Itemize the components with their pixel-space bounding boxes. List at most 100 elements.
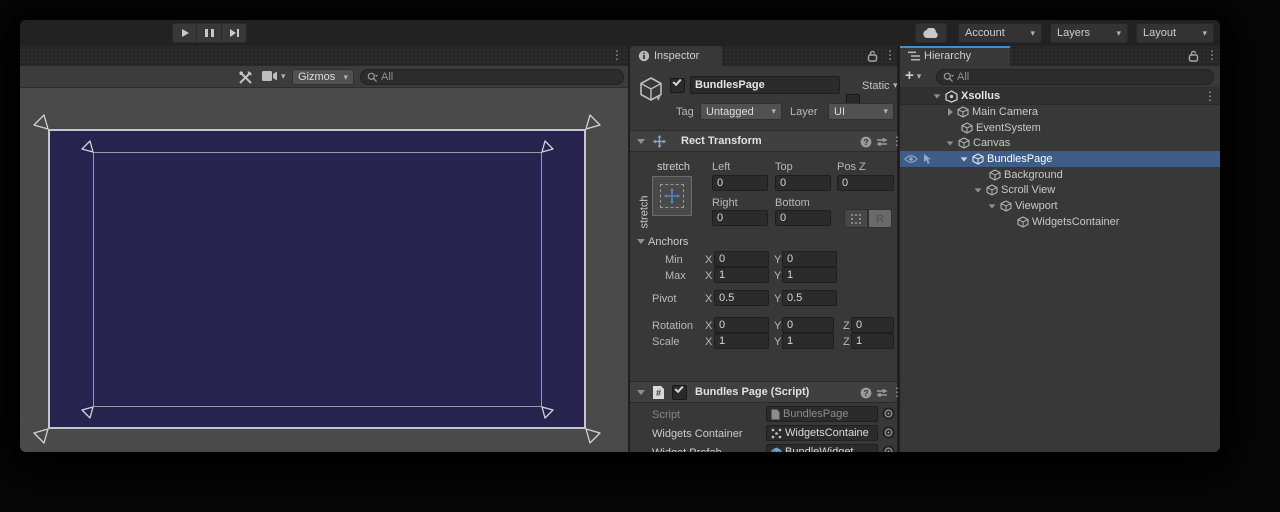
tab-inspector[interactable]: Inspector [630,46,722,66]
anchors-min-x-field[interactable]: 0 [714,251,769,267]
tree-item-label: Main Camera [972,106,1038,118]
play-button[interactable] [172,23,197,43]
tree-item-label: WidgetsContainer [1032,216,1119,228]
foldout-open-icon[interactable] [947,141,954,145]
lock-icon[interactable] [867,50,878,62]
gameobject-cube-icon [972,153,984,165]
static-dropdown-caret[interactable]: ▾ [893,81,898,90]
rect-right-label: Right [712,195,738,211]
gameobject-active-checkbox[interactable] [670,78,685,93]
scene-tools-button[interactable] [238,70,253,85]
layer-label: Layer [790,104,818,120]
script-component-foldout-icon[interactable] [637,390,645,395]
layer-dropdown[interactable]: UI ▾ [828,103,894,120]
gameobject-icon-caret[interactable]: ▾ [656,94,661,103]
rect-posz-field[interactable]: 0 [837,175,894,191]
foldout-open-icon[interactable] [934,94,941,98]
search-icon [367,72,378,83]
object-picker-icon[interactable] [882,407,895,420]
rotation-y-field[interactable]: 0 [782,317,834,333]
cloud-services-button[interactable] [915,23,947,43]
pivot-x-field[interactable]: 0.5 [714,290,769,306]
tag-dropdown[interactable]: Untagged ▾ [700,103,782,120]
hierarchy-search-input[interactable]: All [936,69,1214,85]
scene-row-menu-icon[interactable]: ⋮ [1204,90,1216,102]
anchors-max-y-field[interactable]: 1 [782,267,837,283]
inspector-tabwell: Inspector ⋮ [630,46,897,66]
chevron-down-icon: ▾ [771,107,776,116]
static-label: Static [862,78,890,94]
pivot-y-field[interactable]: 0.5 [782,290,837,306]
tree-item-canvas[interactable]: Canvas [900,135,1220,151]
foldout-open-icon[interactable] [975,188,982,192]
tree-item-eventsystem[interactable]: EventSystem [900,120,1220,136]
scene-viewport[interactable] [20,88,628,452]
rect-transform-foldout-icon[interactable] [637,139,645,144]
foldout-open-icon[interactable] [989,204,996,208]
axis-y-label: Y [774,252,781,268]
create-object-button[interactable]: + ▾ [905,68,921,84]
foldout-closed-icon[interactable] [948,108,953,116]
scene-camera-button[interactable]: ▾ [262,70,286,82]
step-button[interactable] [222,23,247,43]
object-picker-icon[interactable] [882,426,895,439]
presets-icon[interactable] [876,136,888,148]
lock-icon[interactable] [1188,50,1199,62]
scale-z-field[interactable]: 1 [851,333,894,349]
svg-text:#: # [656,388,661,398]
script-object-field[interactable]: BundlesPage [766,406,878,422]
rect-right-field[interactable]: 0 [712,210,768,226]
blueprint-mode-button[interactable] [844,209,868,228]
widgets-container-object-field[interactable]: WidgetsContaine [766,425,878,441]
presets-icon[interactable] [876,387,888,399]
rect-bottom-label: Bottom [775,195,810,211]
rect-left-field[interactable]: 0 [712,175,768,191]
anchors-max-x-field[interactable]: 1 [714,267,769,283]
tab-inspector-label: Inspector [654,50,699,62]
scale-y-field[interactable]: 1 [782,333,834,349]
widget-prefab-object-field[interactable]: BundleWidget [766,444,878,452]
scene-search-input[interactable]: All [360,69,624,85]
anchors-min-x-value: 0 [719,253,725,265]
tree-item-label: EventSystem [976,122,1041,134]
foldout-open-icon[interactable] [961,157,968,161]
visibility-eye-icon[interactable] [904,154,918,164]
raw-edit-mode-button[interactable]: R [868,209,892,228]
account-dropdown[interactable]: Account ▾ [958,23,1042,43]
anchor-preset-button[interactable] [652,176,692,216]
layers-dropdown[interactable]: Layers ▾ [1050,23,1128,43]
layout-dropdown[interactable]: Layout ▾ [1136,23,1214,43]
hierarchy-menu-icon[interactable]: ⋮ [1206,49,1218,61]
axis-y-label: Y [774,318,781,334]
rotation-x-field[interactable]: 0 [714,317,769,333]
pause-button[interactable] [197,23,222,43]
object-picker-icon[interactable] [882,445,895,452]
tree-item-main-camera[interactable]: Main Camera [900,104,1220,120]
tree-item-widgetscontainer[interactable]: WidgetsContainer [900,214,1220,230]
script-enabled-checkbox[interactable] [672,385,687,400]
rect-top-field[interactable]: 0 [775,175,831,191]
tree-item-scroll-view[interactable]: Scroll View [900,182,1220,198]
tree-item-bundlespage[interactable]: BundlesPage [900,151,1220,167]
rect-transform-header[interactable]: Rect Transform ? ⋮ [630,130,897,152]
gameobject-name-field[interactable]: BundlesPage [690,76,840,94]
tree-item-background[interactable]: Background [900,167,1220,183]
help-icon[interactable]: ? [860,136,872,148]
pickability-hand-icon[interactable] [922,153,933,165]
gizmos-dropdown[interactable]: Gizmos ▾ [292,69,354,85]
inspector-menu-icon[interactable]: ⋮ [884,49,896,61]
scene-panel-menu-icon[interactable]: ⋮ [611,49,623,61]
anchors-min-y-field[interactable]: 0 [782,251,837,267]
scene-row-xsollus[interactable]: Xsollus ⋮ [900,88,1220,105]
rect-bottom-field[interactable]: 0 [775,210,831,226]
rect-top-value: 0 [780,177,786,189]
scale-x-field[interactable]: 1 [714,333,769,349]
script-component-header[interactable]: # Bundles Page (Script) ? ⋮ [630,381,897,403]
tab-hierarchy[interactable]: Hierarchy [900,46,1010,66]
anchors-foldout-icon[interactable] [637,239,645,244]
help-icon[interactable]: ? [860,387,872,399]
play-icon [180,28,190,38]
tree-item-label: Background [1004,169,1063,181]
rotation-z-field[interactable]: 0 [851,317,894,333]
tree-item-viewport[interactable]: Viewport [900,198,1220,214]
